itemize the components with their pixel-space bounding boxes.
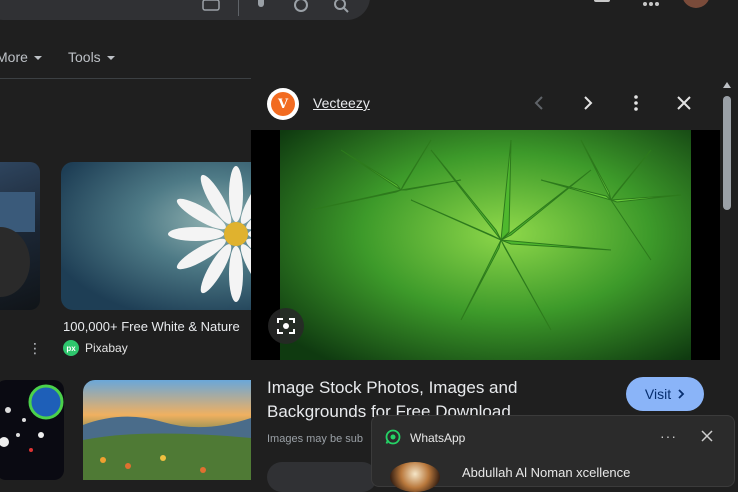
chevron-right-icon: [678, 389, 685, 399]
result-thumbnail-daisy[interactable]: [61, 162, 251, 310]
more-options-icon[interactable]: ⋮: [28, 340, 42, 357]
result-thumbnail-meadow[interactable]: [83, 380, 251, 480]
divider: [0, 78, 258, 79]
copyright-disclaimer: Images may be sub: [267, 433, 363, 445]
search-separator: [238, 0, 239, 16]
more-vert-icon[interactable]: [627, 94, 645, 112]
result-source-name: Pixabay: [85, 341, 128, 355]
search-bar[interactable]: [0, 0, 370, 20]
notification-more-icon[interactable]: ···: [660, 428, 677, 444]
related-chip[interactable]: [267, 462, 377, 492]
sender-avatar: [390, 462, 440, 492]
result-title[interactable]: 100,000+ Free White & Nature: [63, 319, 251, 334]
result-source[interactable]: px Pixabay: [63, 340, 128, 356]
lens-icon: [277, 318, 295, 334]
keyboard-icon[interactable]: [202, 0, 220, 14]
chevron-right-icon[interactable]: [579, 94, 597, 112]
result-thumbnail[interactable]: [0, 380, 64, 480]
notification-app-name: WhatsApp: [410, 431, 466, 445]
chevron-down-icon: [106, 56, 115, 61]
tab-more[interactable]: More: [0, 49, 42, 65]
source-badge: V: [271, 92, 295, 116]
result-thumbnail[interactable]: [0, 162, 40, 310]
whatsapp-icon: [385, 429, 401, 445]
labs-icon[interactable]: [594, 0, 610, 2]
lens-icon[interactable]: [292, 0, 310, 14]
search-inside-image-button[interactable]: [268, 308, 304, 344]
pixabay-logo-icon: px: [63, 340, 79, 356]
scrollbar-thumb[interactable]: [723, 96, 731, 210]
tab-more-label: More: [0, 49, 28, 65]
visit-label: Visit: [644, 386, 672, 402]
microphone-icon[interactable]: [252, 0, 270, 14]
account-avatar[interactable]: [682, 0, 710, 8]
visit-button[interactable]: Visit: [626, 377, 704, 411]
tab-tools-label: Tools: [68, 49, 101, 65]
apps-grid-icon[interactable]: [642, 0, 660, 8]
close-icon[interactable]: [675, 94, 693, 112]
chevron-down-icon: [33, 56, 42, 61]
scroll-up-arrow-icon[interactable]: [723, 82, 731, 88]
vecteezy-logo-icon[interactable]: V: [267, 88, 299, 120]
tab-tools[interactable]: Tools: [68, 49, 115, 65]
search-icon[interactable]: [332, 0, 350, 14]
preview-image[interactable]: [251, 130, 720, 360]
notification-sender: Abdullah Al Noman xcellence: [462, 465, 631, 480]
source-link[interactable]: Vecteezy: [313, 95, 370, 111]
close-icon[interactable]: [701, 430, 713, 442]
chevron-left-icon[interactable]: [531, 94, 549, 112]
